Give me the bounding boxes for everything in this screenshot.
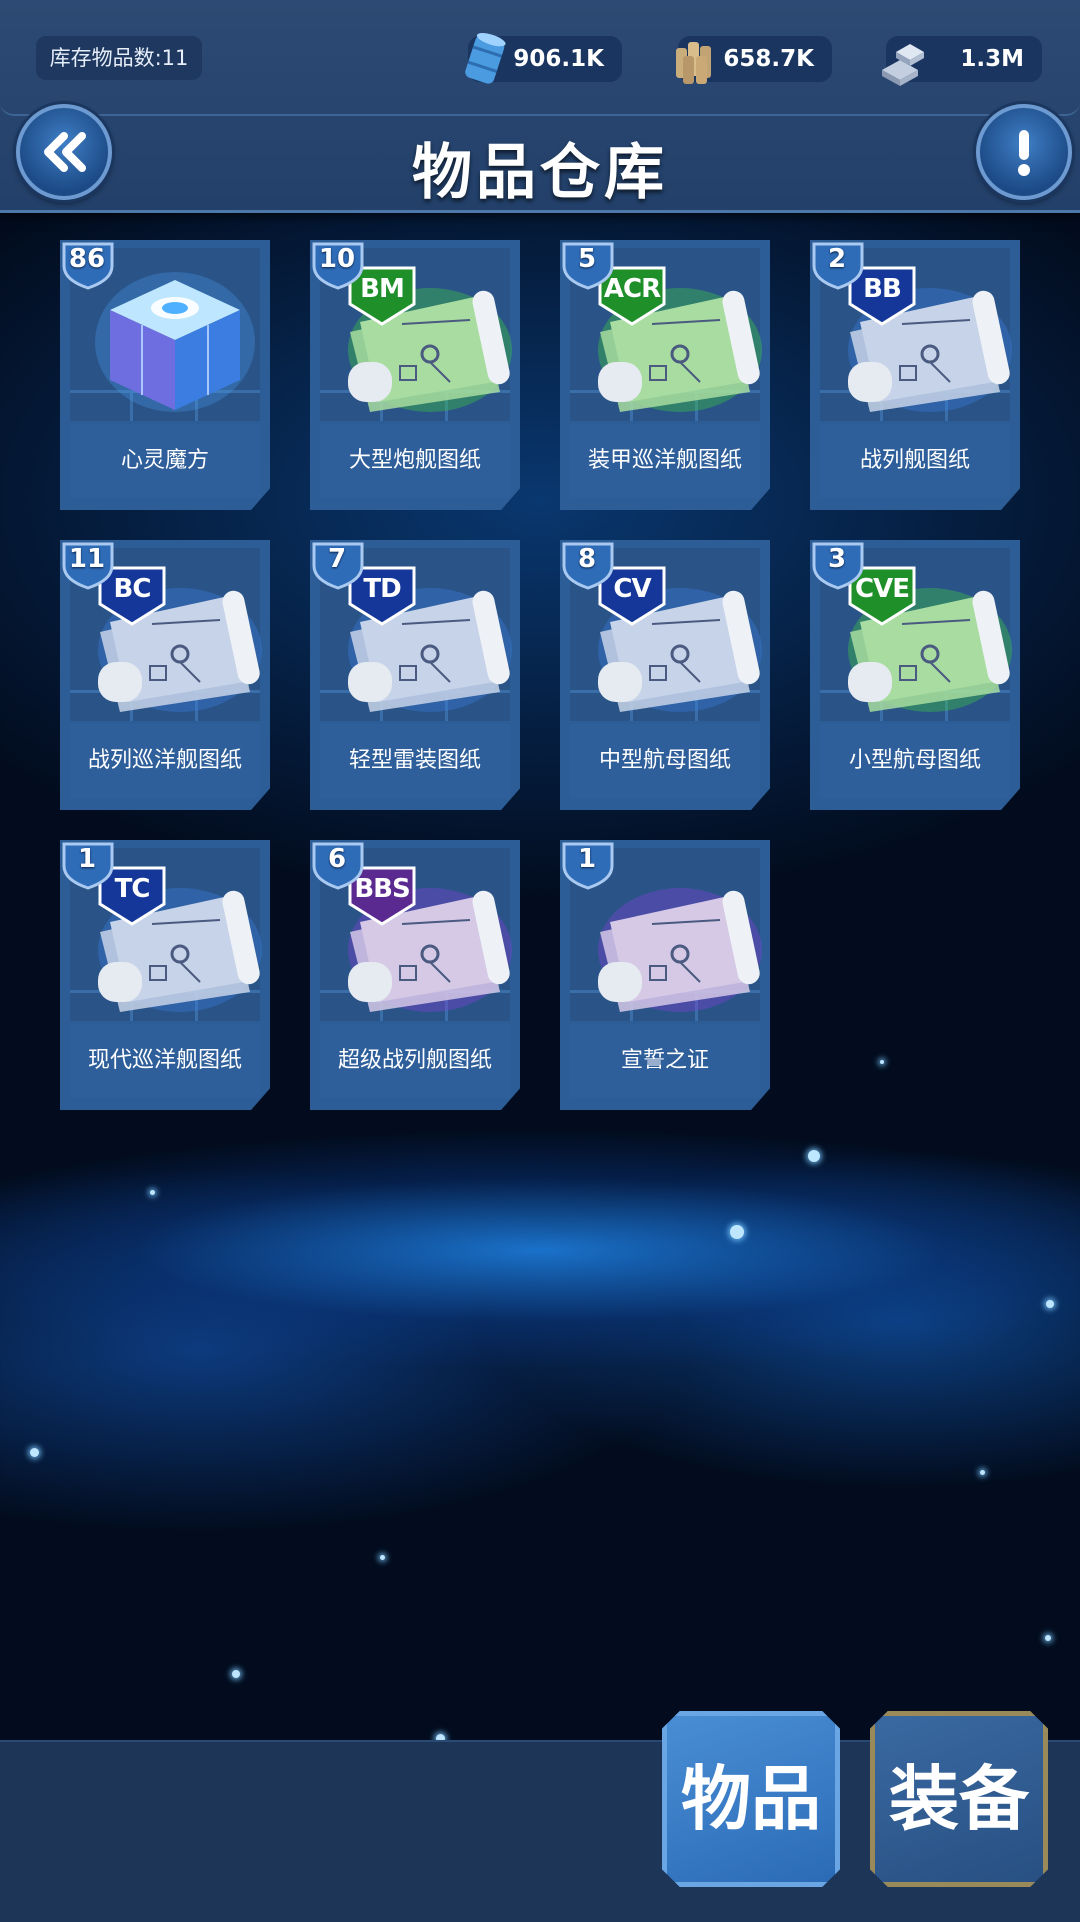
- item-name: 宣誓之证: [570, 1024, 760, 1098]
- count-badge: 2: [810, 240, 866, 290]
- item-name: 中型航母图纸: [570, 724, 760, 798]
- item-card[interactable]: 86 心灵魔方: [60, 240, 270, 510]
- item-card[interactable]: BBS 6 超级战列舰图纸: [310, 840, 520, 1110]
- count-badge: 1: [60, 840, 116, 890]
- item-name: 小型航母图纸: [820, 724, 1010, 798]
- resource-ammo: 658.7K: [676, 36, 832, 84]
- title-bar: 物品仓库: [0, 114, 1080, 210]
- item-card[interactable]: BB 2 战列舰图纸: [810, 240, 1020, 510]
- item-name: 现代巡洋舰图纸: [70, 1024, 260, 1098]
- item-count: 86: [68, 244, 106, 274]
- oil-barrel-icon: [465, 33, 506, 84]
- count-badge: 3: [810, 540, 866, 590]
- item-count: 8: [577, 544, 597, 574]
- count-badge: 86: [60, 240, 116, 290]
- count-badge: 7: [310, 540, 366, 590]
- star: [880, 1060, 884, 1064]
- star: [730, 1225, 744, 1239]
- item-count: 2: [827, 244, 847, 274]
- ammo-shells-icon: [676, 42, 711, 84]
- item-count: 5: [577, 244, 597, 274]
- resource-oil: 906.1K: [465, 33, 622, 84]
- steel-value: 1.3M: [960, 46, 1024, 72]
- star: [980, 1470, 985, 1475]
- resource-bar: 库存物品数:11 906.1K 658.7K 1.3M: [0, 0, 1080, 116]
- exclamation-icon: [1018, 130, 1030, 176]
- item-card[interactable]: ACR 5 装甲巡洋舰图纸: [560, 240, 770, 510]
- count-badge: 6: [310, 840, 366, 890]
- item-card[interactable]: TC 1 现代巡洋舰图纸: [60, 840, 270, 1110]
- item-card[interactable]: 1 宣誓之证: [560, 840, 770, 1110]
- item-card[interactable]: BM 10 大型炮舰图纸: [310, 240, 520, 510]
- star: [1046, 1300, 1054, 1308]
- resource-steel: 1.3M: [882, 36, 1042, 86]
- item-count: 6: [327, 844, 347, 874]
- item-count: 3: [827, 544, 847, 574]
- item-name: 心灵魔方: [70, 424, 260, 498]
- tab-items[interactable]: 物品: [662, 1711, 840, 1887]
- item-count: 7: [327, 544, 347, 574]
- item-name: 战列舰图纸: [820, 424, 1010, 498]
- item-name: 超级战列舰图纸: [320, 1024, 510, 1098]
- item-card[interactable]: CVE 3 小型航母图纸: [810, 540, 1020, 810]
- page-title: 物品仓库: [412, 138, 668, 208]
- ammo-value: 658.7K: [723, 46, 814, 72]
- count-badge: 1: [560, 840, 616, 890]
- count-badge: 11: [60, 540, 116, 590]
- item-card[interactable]: TD 7 轻型雷装图纸: [310, 540, 520, 810]
- top-panel: 库存物品数:11 906.1K 658.7K 1.3M 物品仓库: [0, 0, 1080, 213]
- double-chevron-left-icon: [44, 132, 86, 172]
- star: [150, 1190, 155, 1195]
- item-count: 10: [318, 244, 356, 274]
- item-count: 1: [77, 844, 97, 874]
- item-card[interactable]: CV 8 中型航母图纸: [560, 540, 770, 810]
- back-button[interactable]: [16, 104, 112, 200]
- count-badge: 10: [310, 240, 366, 290]
- star: [808, 1150, 820, 1162]
- count-badge: 8: [560, 540, 616, 590]
- info-button[interactable]: [976, 104, 1072, 200]
- item-name: 装甲巡洋舰图纸: [570, 424, 760, 498]
- tab-equipment[interactable]: 装备: [870, 1711, 1048, 1887]
- inventory-count: 库存物品数:11: [36, 36, 202, 80]
- item-card[interactable]: BC 11 战列巡洋舰图纸: [60, 540, 270, 810]
- star: [30, 1448, 39, 1457]
- item-name: 大型炮舰图纸: [320, 424, 510, 498]
- star: [380, 1555, 385, 1560]
- star: [1045, 1635, 1051, 1641]
- star: [232, 1670, 240, 1678]
- count-badge: 5: [560, 240, 616, 290]
- item-count: 1: [577, 844, 597, 874]
- item-name: 战列巡洋舰图纸: [70, 724, 260, 798]
- steel-ingot-icon: [882, 44, 924, 86]
- oil-value: 906.1K: [513, 46, 604, 72]
- item-name: 轻型雷装图纸: [320, 724, 510, 798]
- item-count: 11: [68, 544, 106, 574]
